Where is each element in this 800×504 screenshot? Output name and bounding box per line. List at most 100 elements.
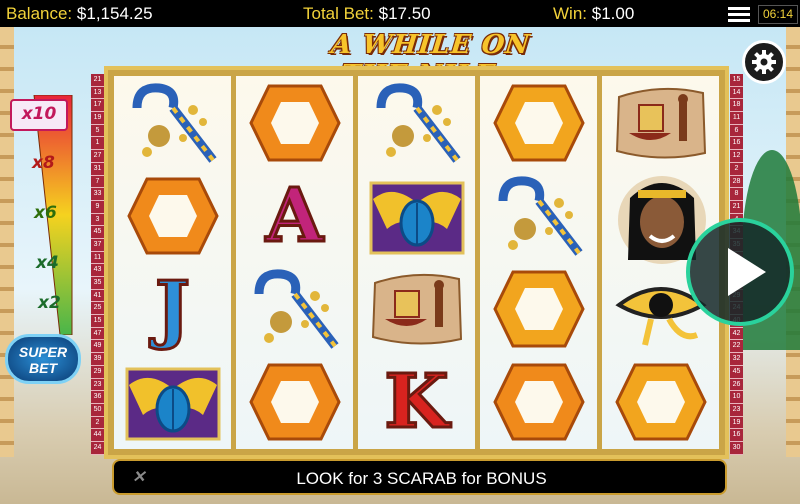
play-icon: [728, 248, 766, 296]
multiplier-bar: x10 x8 x6 x4 x2: [8, 95, 76, 335]
payline-number[interactable]: 10: [730, 391, 743, 404]
win-display: Win: $1.00: [553, 4, 634, 24]
payline-number[interactable]: 22: [730, 340, 743, 354]
payline-number[interactable]: 9: [91, 200, 104, 214]
payline-number[interactable]: 35: [91, 277, 104, 290]
multiplier-x10: x10: [10, 99, 68, 131]
payline-numbers-left: 21 13 17 19 5 1 27 31 7 33 9 3 45 37 11 43 35 41 25 15 47 49 3…: [91, 74, 104, 455]
payline-number[interactable]: 14: [730, 86, 743, 100]
payline-number[interactable]: 27: [91, 150, 104, 163]
symbol-Q-shape: [248, 363, 341, 440]
payline-number[interactable]: 36: [91, 391, 104, 404]
payline-number[interactable]: 21: [91, 74, 104, 87]
payline-number[interactable]: 39: [91, 353, 104, 366]
symbol-scarab: [358, 169, 475, 262]
symbol-K: K: [358, 355, 475, 448]
super-bet-button[interactable]: SUPER BET: [5, 334, 81, 384]
symbol-letter: J: [153, 265, 191, 352]
payline-number[interactable]: 21: [730, 200, 743, 214]
total-bet-display: Total Bet: $17.50: [303, 4, 431, 24]
payline-number[interactable]: 37: [91, 238, 104, 252]
payline-number[interactable]: 31: [91, 162, 104, 176]
payline-number[interactable]: 8: [730, 188, 743, 201]
payline-number[interactable]: 26: [730, 378, 743, 392]
symbol-Q: Q: [114, 169, 231, 262]
bonus-message: LOOK for 3 SCARAB for BONUS: [296, 469, 547, 488]
payline-number[interactable]: 13: [91, 86, 104, 100]
payline-number[interactable]: 16: [730, 429, 743, 442]
total-bet-label: Total Bet:: [303, 4, 374, 23]
payline-number[interactable]: 32: [730, 353, 743, 366]
multiplier-x4: x4: [36, 253, 59, 273]
payline-number[interactable]: 1: [91, 137, 104, 151]
win-value: $1.00: [591, 4, 635, 23]
symbol-10-shape: [492, 84, 585, 161]
symbol-letter: A: [264, 172, 324, 259]
payline-number[interactable]: 43: [91, 264, 104, 277]
symbol-A: A: [236, 169, 353, 262]
multiplier-x6: x6: [34, 203, 57, 223]
payline-number[interactable]: 18: [730, 99, 743, 113]
symbol-Q: Q: [480, 355, 597, 448]
payline-number[interactable]: 15: [730, 74, 743, 87]
multiplier-x2: x2: [38, 293, 61, 313]
payline-number[interactable]: 16: [730, 137, 743, 151]
payline-number[interactable]: 5: [91, 124, 104, 138]
payline-number[interactable]: 17: [91, 99, 104, 113]
symbol-letter: K: [383, 358, 450, 445]
symbol-ship-tablet: [602, 76, 719, 169]
payline-number[interactable]: 28: [730, 175, 743, 189]
payline-number[interactable]: 42: [730, 327, 743, 341]
payline-number[interactable]: 29: [91, 365, 104, 379]
clock: 06:14: [758, 5, 798, 24]
payline-number[interactable]: 7: [91, 175, 104, 189]
message-bar: ✕ LOOK for 3 SCARAB for BONUS: [112, 459, 727, 495]
payline-number[interactable]: 50: [91, 403, 104, 417]
payline-number[interactable]: 2: [730, 162, 743, 176]
reel-4: 1010Q: [480, 76, 597, 449]
reel-1: QJ: [114, 76, 231, 449]
payline-number[interactable]: 23: [730, 403, 743, 417]
payline-number[interactable]: 47: [91, 327, 104, 341]
symbol-Q-shape: [248, 84, 341, 161]
symbol-ship-tablet: [358, 262, 475, 355]
payline-number[interactable]: 30: [730, 441, 743, 455]
payline-number[interactable]: 49: [91, 340, 104, 354]
settings-button[interactable]: [742, 40, 786, 84]
symbol-Q: Q: [236, 355, 353, 448]
reel-2: QAQ: [236, 76, 353, 449]
reel-3: K: [358, 76, 475, 449]
symbol-Q: Q: [236, 76, 353, 169]
payline-number[interactable]: 2: [91, 416, 104, 430]
balance-value: $1,154.25: [76, 4, 153, 23]
payline-number[interactable]: 11: [91, 251, 104, 265]
payline-number[interactable]: 44: [91, 429, 104, 442]
symbol-J: J: [114, 262, 231, 355]
payline-number[interactable]: 6: [730, 124, 743, 138]
payline-number[interactable]: 24: [91, 441, 104, 455]
payline-number[interactable]: 15: [91, 315, 104, 328]
symbol-10-shape: [492, 270, 585, 347]
payline-number[interactable]: 45: [91, 226, 104, 239]
hamburger-menu-icon[interactable]: [726, 4, 752, 24]
symbol-10: 10: [602, 355, 719, 448]
payline-number[interactable]: 33: [91, 188, 104, 201]
symbol-crook: [480, 169, 597, 262]
payline-number[interactable]: 45: [730, 365, 743, 379]
symbol-crook: [358, 76, 475, 169]
play-button[interactable]: [686, 218, 794, 326]
symbol-crook: [114, 76, 231, 169]
symbol-10: 10: [480, 76, 597, 169]
symbol-crook: [236, 262, 353, 355]
payline-number[interactable]: 23: [91, 378, 104, 392]
balance-display: Balance: $1,154.25: [6, 4, 153, 24]
payline-number[interactable]: 11: [730, 112, 743, 125]
top-status-bar: Balance: $1,154.25 Total Bet: $17.50 Win…: [0, 0, 800, 27]
super-bet-line2: BET: [29, 360, 57, 376]
payline-number[interactable]: 19: [730, 416, 743, 430]
payline-number[interactable]: 3: [91, 213, 104, 227]
payline-number[interactable]: 19: [91, 112, 104, 125]
payline-number[interactable]: 12: [730, 150, 743, 163]
payline-number[interactable]: 41: [91, 289, 104, 303]
payline-number[interactable]: 25: [91, 302, 104, 316]
